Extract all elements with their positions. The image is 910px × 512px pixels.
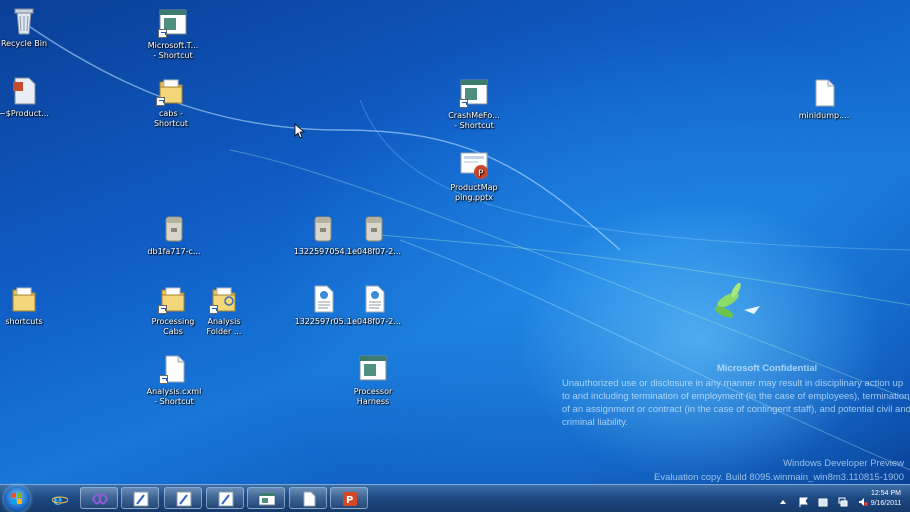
xml-file-icon — [308, 284, 338, 314]
desktop-icon-analysis-folder[interactable]: Analysis Folder ... — [194, 284, 254, 337]
desktop-icon-product-temp[interactable]: ~$Product... — [0, 76, 54, 119]
visual-studio-icon — [92, 493, 108, 505]
cab-file-icon — [159, 214, 189, 244]
paint-brush-icon — [133, 491, 149, 507]
taskbar-app-window[interactable] — [247, 487, 285, 509]
start-button[interactable] — [4, 486, 30, 512]
folder-icon — [156, 76, 186, 106]
build-watermark: Evaluation copy. Build 8095.winmain_win8… — [654, 472, 904, 483]
desktop-icon-processor-harness[interactable]: Processor Harness — [343, 354, 403, 407]
blank-file-icon — [159, 354, 189, 384]
blank-file-icon — [809, 78, 839, 108]
cab-file-icon — [308, 214, 338, 244]
recycle-bin-icon — [9, 6, 39, 36]
app-window-icon — [459, 78, 489, 108]
icon-label: ~$Product... — [0, 109, 49, 118]
document-icon — [9, 76, 39, 106]
icon-label: cabs - Shortcut — [153, 109, 189, 128]
internet-explorer-icon: e — [52, 491, 68, 507]
icon-label: Analysis.cxml - Shortcut — [146, 387, 202, 406]
desktop-icon-analysis-cxml-shortcut[interactable]: Analysis.cxml - Shortcut — [144, 354, 204, 407]
confidential-body: Unauthorized use or disclosure in any ma… — [562, 378, 910, 428]
icon-label: db1fa717-c... — [147, 247, 201, 256]
icon-label: minidump.... — [798, 111, 850, 120]
cab-file-icon — [359, 214, 389, 244]
paint-brush-icon — [176, 491, 192, 507]
desktop-icon-microsoft-shortcut[interactable]: Microsoft.T... - Shortcut — [143, 8, 203, 61]
svg-text:e: e — [53, 491, 63, 507]
desktop-icon-db1fa717[interactable]: db1fa717-c... — [144, 214, 204, 257]
taskbar-clock[interactable]: 12:54 PM 9/16/2011 — [866, 489, 906, 509]
powerpoint-icon: P — [343, 492, 357, 506]
folder-icon — [158, 284, 188, 314]
folder-icon — [9, 284, 39, 314]
desktop-icon-minidump[interactable]: minidump.... — [794, 78, 854, 121]
desktop-icon-crashme-shortcut[interactable]: CrashMeFo... - Shortcut — [444, 78, 504, 131]
icon-label: Processor Harness — [353, 387, 393, 406]
desktop-icon-1e048f07-xml[interactable]: 1e048f07-2... — [344, 284, 404, 327]
taskbar-file[interactable] — [289, 487, 327, 509]
taskbar-visual-studio[interactable] — [80, 487, 118, 509]
desktop-icon-productmapping[interactable]: P ProductMap ping.pptx — [444, 150, 504, 203]
folder-icon — [209, 284, 239, 314]
app-window-icon — [259, 492, 275, 506]
icon-label: CrashMeFo... - Shortcut — [448, 111, 500, 130]
device-icon[interactable] — [818, 492, 828, 507]
chevron-up-icon[interactable] — [778, 492, 788, 504]
desktop: Recycle Bin Microsoft.T... - Shortcut ~$… — [0, 0, 910, 484]
windows-flag-icon — [11, 493, 22, 504]
taskbar-internet-explorer[interactable]: e — [40, 487, 78, 509]
powerpoint-file-icon: P — [459, 150, 489, 180]
desktop-icon-1e048f07-cab[interactable]: 1e048f07-2... — [344, 214, 404, 257]
taskbar-paint-2[interactable] — [164, 487, 202, 509]
clock-date: 9/16/2011 — [870, 500, 902, 507]
clock-time: 12:54 PM — [871, 490, 901, 497]
icon-label: 1e048f07-2... — [347, 317, 401, 326]
blank-file-icon — [303, 491, 316, 507]
flag-icon[interactable] — [798, 492, 808, 507]
svg-text:P: P — [346, 495, 353, 506]
desktop-icon-recycle-bin[interactable]: Recycle Bin — [0, 6, 54, 49]
app-window-icon — [358, 354, 388, 384]
icon-label: shortcuts — [5, 317, 43, 326]
app-window-icon — [158, 8, 188, 38]
icon-label: 1e048f07-2... — [347, 247, 401, 256]
icon-label: ProductMap ping.pptx — [450, 183, 498, 202]
paint-brush-icon — [218, 491, 234, 507]
xml-file-icon — [359, 284, 389, 314]
system-tray — [773, 492, 868, 507]
desktop-icon-shortcuts-folder[interactable]: shortcuts — [0, 284, 54, 327]
fish-logo-icon — [714, 282, 760, 318]
edition-watermark: Windows Developer Preview — [783, 458, 904, 469]
icon-label: Recycle Bin — [0, 39, 48, 48]
confidential-notice: Microsoft Confidential Unauthorized use … — [562, 362, 910, 429]
icon-label: Analysis Folder ... — [206, 317, 242, 336]
svg-text:P: P — [478, 169, 484, 179]
mouse-cursor-icon — [294, 123, 306, 139]
taskbar-paint-1[interactable] — [121, 487, 159, 509]
taskbar: e P 12:54 PM 9/16/2011 — [0, 484, 910, 512]
desktop-icon-cabs-shortcut[interactable]: cabs - Shortcut — [141, 76, 201, 129]
taskbar-powerpoint[interactable]: P — [330, 487, 368, 509]
network-icon[interactable] — [838, 492, 848, 507]
confidential-title: Microsoft Confidential — [716, 363, 818, 374]
icon-label: Microsoft.T... - Shortcut — [147, 41, 199, 60]
taskbar-paint-3[interactable] — [206, 487, 244, 509]
